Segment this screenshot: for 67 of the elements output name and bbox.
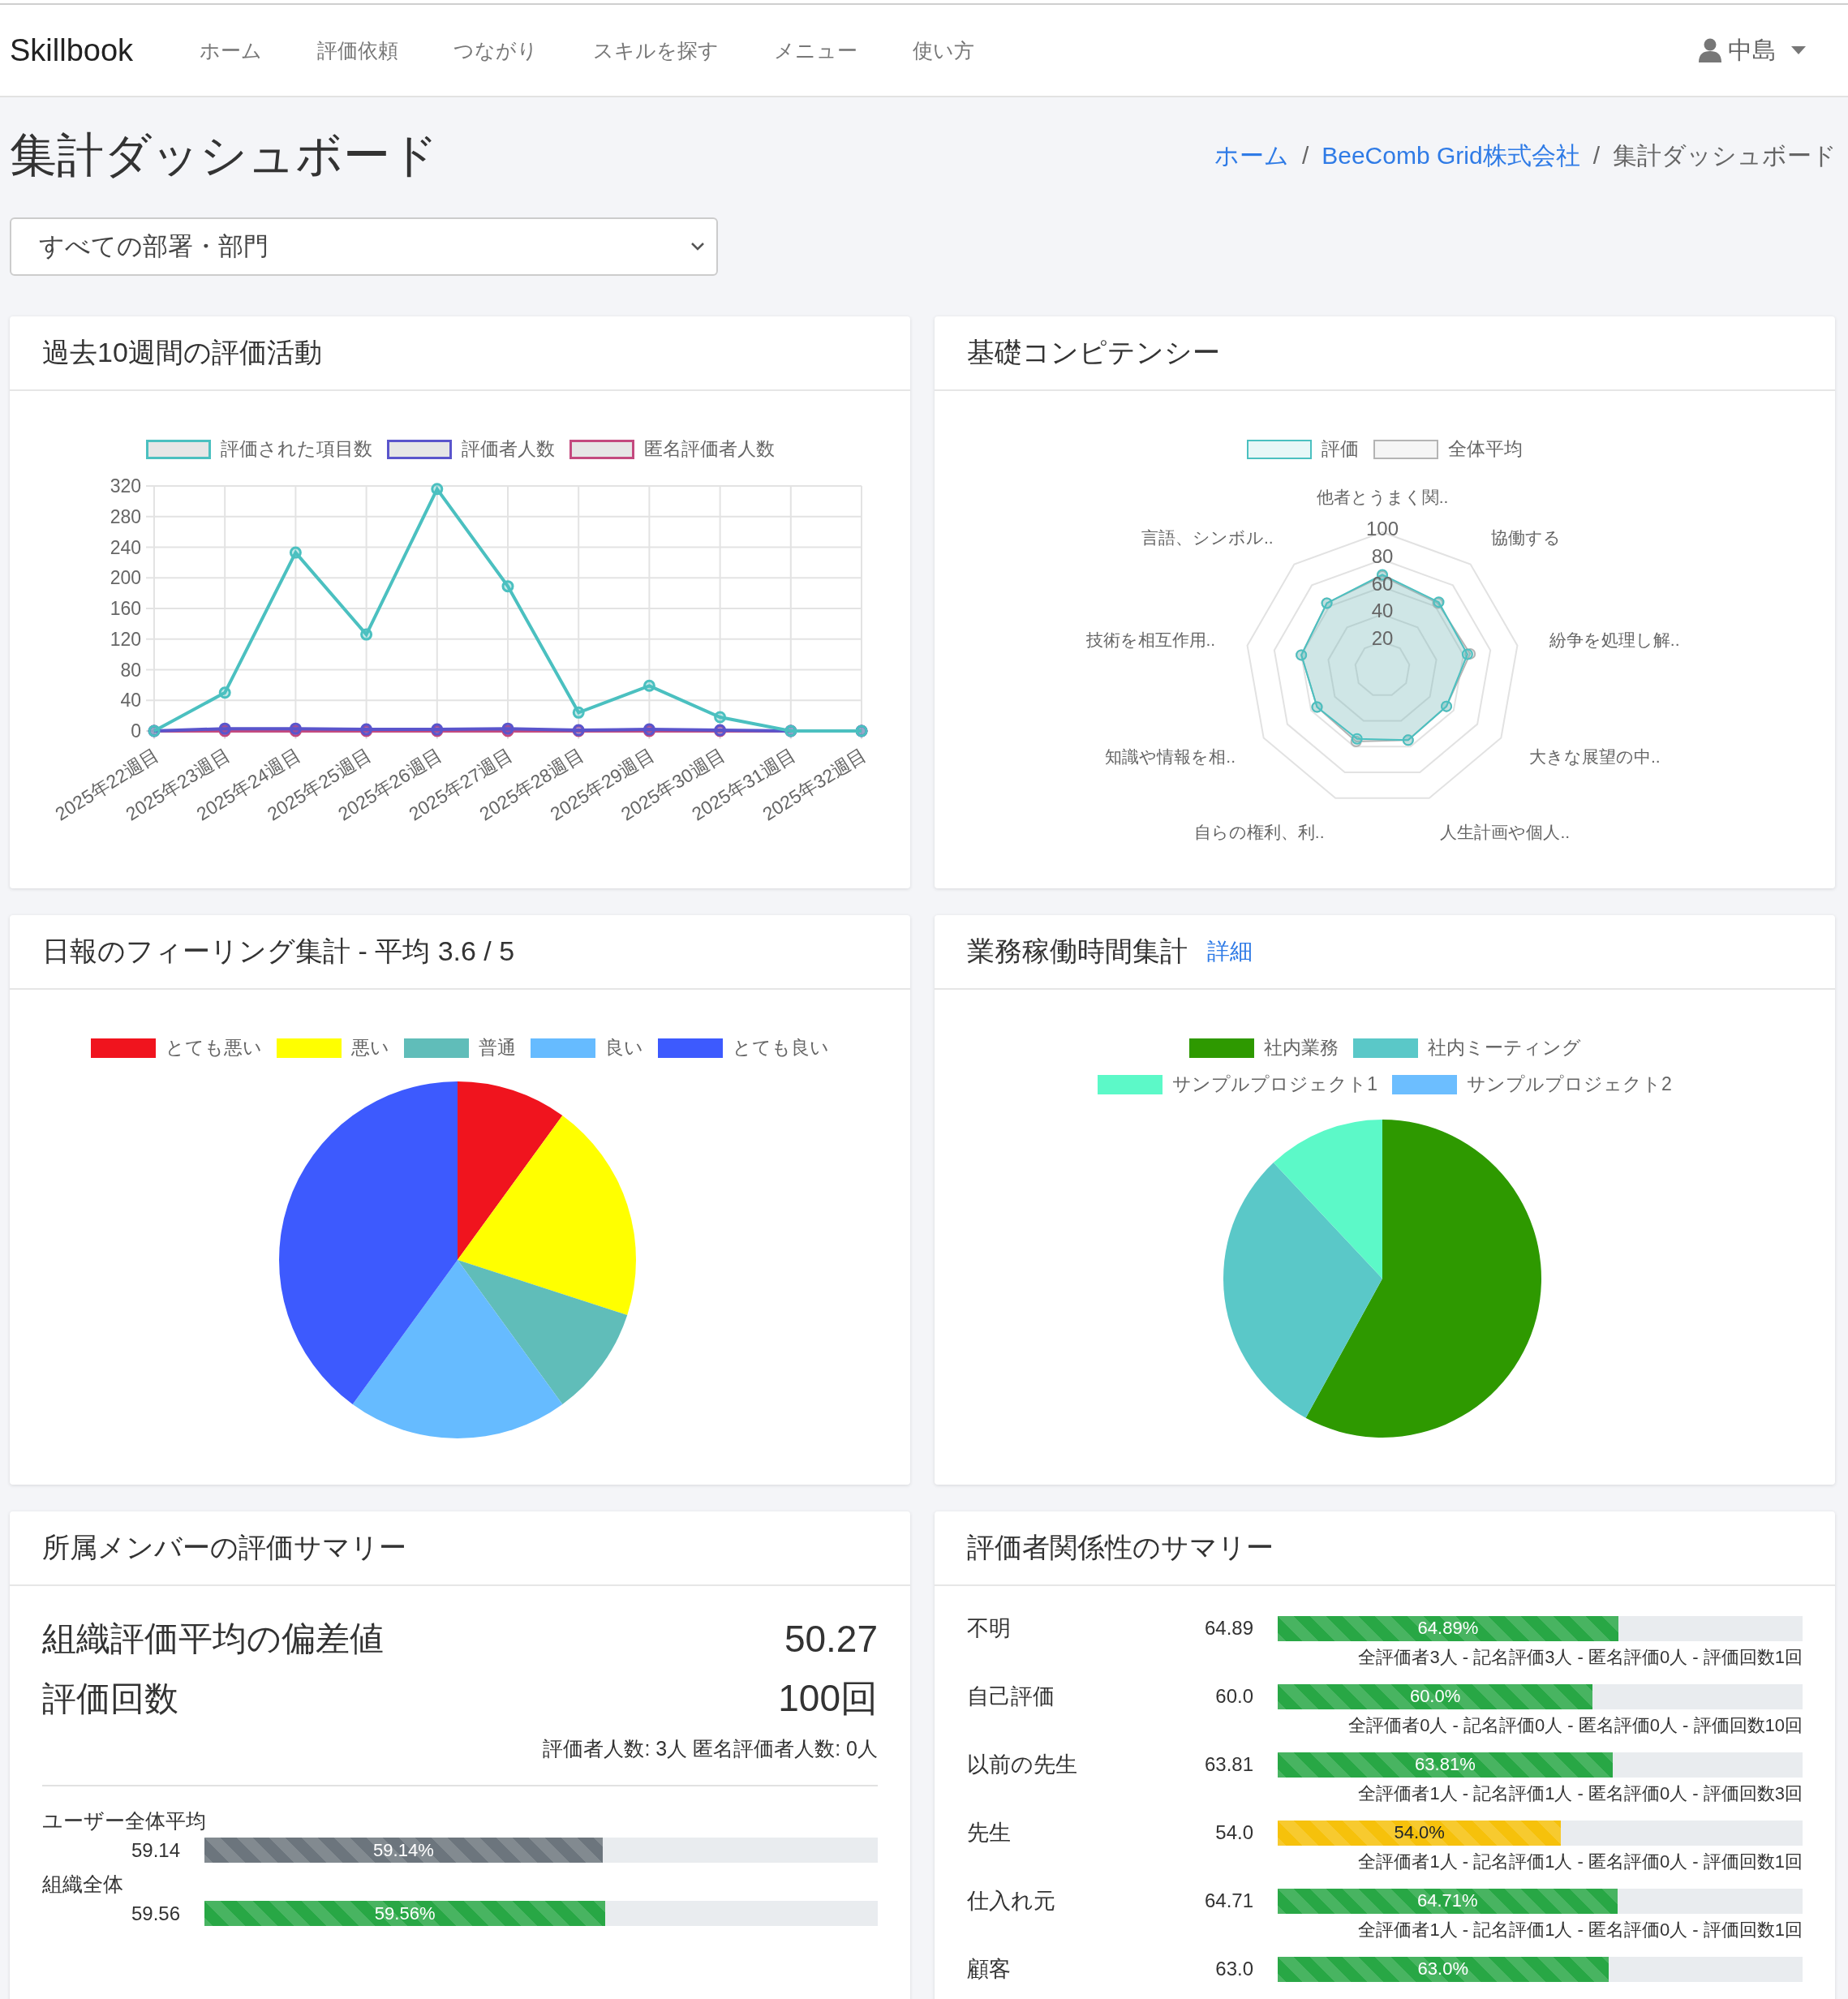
axis-label: 技術を相互作用.. [1085, 630, 1216, 649]
axis-label: 320 [110, 475, 141, 497]
score-value: 64.71 [1203, 1889, 1253, 1912]
axis-label: 120 [110, 628, 141, 650]
bar-label: 組織全体 [42, 1872, 124, 1897]
card-title: 評価者関係性のサマリー [967, 1531, 1274, 1564]
relation-detail: 全評価者3人 - 記名評価3人 - 匿名評価0人 - 評価回数1回 [1358, 1647, 1803, 1667]
progress-fill: 63.0% [1278, 1956, 1609, 1982]
progress-fill: 54.0% [1278, 1820, 1562, 1846]
breadcrumb-separator: / [1301, 142, 1309, 170]
card-title: 業務稼働時間集計 [967, 935, 1188, 968]
axis-label: 大きな展望の中.. [1529, 746, 1661, 766]
relation-label: 先生 [967, 1820, 1012, 1846]
relation-label: 自己評価 [967, 1683, 1055, 1710]
breadcrumb-current: 集計ダッシュボード [1613, 140, 1837, 170]
axis-label: 80 [1371, 544, 1394, 567]
axis-label: 40 [1371, 600, 1394, 622]
axis-label: 20 [1371, 627, 1394, 650]
bar-label: ユーザー全体平均 [42, 1808, 207, 1833]
axis-label: 自らの権利、利.. [1193, 823, 1325, 842]
bar-value: 59.56 [130, 1902, 180, 1925]
axis-label: 言語、シンボル.. [1141, 527, 1274, 547]
axis-label: 100 [1366, 518, 1399, 540]
axis-label: 60 [1371, 572, 1394, 595]
relation-label: 仕入れ元 [967, 1888, 1056, 1915]
card-title: 所属メンバーの評価サマリー [42, 1531, 406, 1564]
relation-detail: 全評価者1人 - 記名評価1人 - 匿名評価0人 - 評価回数3回 [1358, 1783, 1803, 1803]
axis-label: 160 [110, 598, 141, 619]
bar-value: 59.14 [130, 1838, 180, 1862]
stat-label: 組織評価平均の偏差値 [42, 1619, 384, 1659]
stat-value: 100回 [778, 1676, 878, 1721]
stat-note: 評価者人数: 3人 匿名評価者人数: 0人 [542, 1736, 878, 1761]
score-value: 63.0 [1214, 1958, 1253, 1980]
axis-label: 280 [110, 505, 141, 527]
progress-fill: 64.89% [1278, 1615, 1618, 1641]
relation-detail: 全評価者1人 - 記名評価1人 - 匿名評価0人 - 評価回数1回 [1358, 1851, 1803, 1872]
progress-fill: 59.56% [204, 1901, 606, 1926]
axis-label: 他者とうまく関.. [1316, 488, 1449, 506]
axis-label: 紛争を処理し解.. [1549, 630, 1680, 649]
card-title: 基礎コンピテンシー [967, 336, 1220, 369]
relation-detail: 全評価者0人 - 記名評価0人 - 匿名評価0人 - 評価回数10回 [1348, 1715, 1803, 1735]
axis-label: 協働する [1491, 527, 1562, 547]
stat-value: 50.27 [784, 1617, 878, 1661]
axis-label: 80 [120, 659, 141, 681]
score-value: 64.89 [1203, 1617, 1253, 1640]
axis-label: 40 [120, 690, 141, 711]
score-value: 63.81 [1203, 1753, 1253, 1776]
page-title: 集計ダッシュボード [10, 127, 438, 183]
axis-label: 240 [110, 536, 141, 558]
relation-detail: 全評価者1人 - 記名評価1人 - 匿名評価0人 - 評価回数1回 [1358, 1919, 1803, 1940]
breadcrumb-separator: / [1592, 142, 1600, 170]
axis-label: 0 [131, 720, 141, 742]
progress-fill: 59.14% [204, 1838, 603, 1863]
axis-label: 人生計画や個人.. [1440, 823, 1571, 842]
axis-label: 知識や情報を相.. [1105, 746, 1236, 766]
score-value: 60.0 [1214, 1685, 1253, 1708]
card-title: 日報のフィーリング集計 - 平均 3.6 / 5 [42, 935, 515, 968]
progress-fill: 63.81% [1278, 1752, 1613, 1778]
axis-label: 200 [110, 567, 141, 589]
relation-label: 不明 [967, 1615, 1012, 1642]
progress-fill: 60.0% [1278, 1683, 1593, 1709]
score-value: 54.0 [1214, 1821, 1253, 1844]
relation-label: 顧客 [967, 1956, 1012, 1983]
stat-label: 評価回数 [42, 1679, 178, 1719]
card-title: 過去10週間の評価活動 [42, 336, 322, 369]
relation-label: 以前の先生 [967, 1752, 1078, 1778]
progress-fill: 64.71% [1278, 1888, 1618, 1914]
